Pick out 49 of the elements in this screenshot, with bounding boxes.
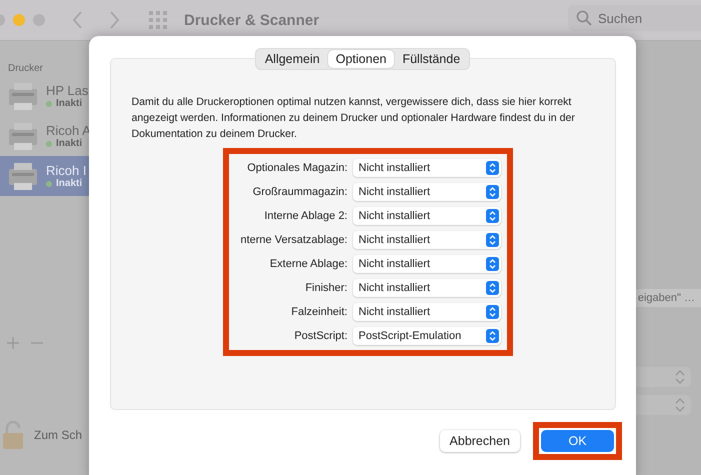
option-label: Interne Ablage 2: xyxy=(263,210,348,222)
stepper-icon xyxy=(486,161,498,175)
chevron-icon xyxy=(675,370,685,384)
tab[interactable]: Optionen xyxy=(328,50,394,68)
option-popup[interactable]: Nicht installiert xyxy=(352,255,500,273)
option-popup[interactable]: Nicht installiert xyxy=(352,279,500,297)
lock-icon[interactable] xyxy=(2,420,24,450)
window-title: Drucker & Scanner xyxy=(184,12,320,28)
description-text: Damit du alle Druckeroptionen optimal nutzen kannst, vergewissere dich, dass sie hier korrekt angezeigt werden. Informationen zu deinem Drucker und optionaler Hardware findest du in der Dokumentation zu deinem Drucker. xyxy=(132,95,576,142)
sidebar-header: Drucker xyxy=(7,62,44,76)
option-label: Falzeinheit: xyxy=(290,306,348,318)
option-popup[interactable]: Nicht installiert xyxy=(352,231,500,249)
stepper-icon xyxy=(486,185,498,199)
option-label: Optionales Magazin: xyxy=(246,162,348,174)
add-icon[interactable] xyxy=(6,336,20,350)
printer-status: Inakti xyxy=(56,138,82,149)
status-dot-icon xyxy=(46,100,52,106)
grid-icon[interactable] xyxy=(149,11,167,29)
option-label: nterne Versatzablage: xyxy=(239,234,348,246)
lock-label: Zum Sch xyxy=(34,428,82,442)
option-label: Finisher: xyxy=(304,282,348,294)
tab[interactable]: Allgemein xyxy=(256,50,328,68)
printer-name: Ricoh I xyxy=(46,163,86,178)
tab[interactable]: Füllstände xyxy=(394,50,468,68)
option-label: PostScript: xyxy=(293,330,348,342)
search-field[interactable]: Suchen xyxy=(568,5,701,31)
stepper-icon xyxy=(486,329,498,343)
stepper-icon xyxy=(486,209,498,223)
search-icon xyxy=(576,10,592,26)
stepper-icon xyxy=(486,233,498,247)
option-popup[interactable]: Nicht installiert xyxy=(352,303,500,321)
chevron-icon xyxy=(675,398,685,412)
cancel-button[interactable]: Abbrechen xyxy=(440,430,520,452)
minimize-button[interactable] xyxy=(13,14,25,26)
option-popup[interactable]: PostScript-Emulation xyxy=(352,327,500,345)
status-dot-icon xyxy=(46,140,52,146)
status-dot-icon xyxy=(46,180,52,186)
option-label: Externe Ablage: xyxy=(268,258,348,270)
stepper-icon xyxy=(486,281,498,295)
option-popup[interactable]: Nicht installiert xyxy=(352,183,500,201)
stepper-icon xyxy=(486,305,498,319)
printer-name: HP Las xyxy=(46,83,88,98)
printer-status: Inakti xyxy=(56,178,82,189)
ok-button[interactable]: OK xyxy=(541,430,614,452)
option-popup[interactable]: Nicht installiert xyxy=(352,159,500,177)
option-popup[interactable]: Nicht installiert xyxy=(352,207,500,225)
printer-status: Inakti xyxy=(56,98,82,109)
stepper-icon xyxy=(486,257,498,271)
option-label: Großraummagazin: xyxy=(252,186,348,198)
